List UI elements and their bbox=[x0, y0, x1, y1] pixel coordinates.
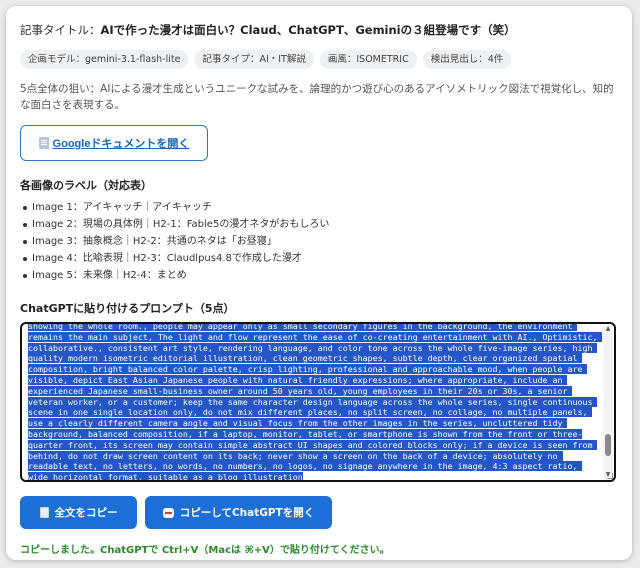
open-google-doc-button[interactable]: Googleドキュメントを開く bbox=[20, 125, 208, 161]
meta-chips: 企画モデル：gemini-3.1-flash-lite 記事タイプ：AI・IT解… bbox=[20, 50, 618, 69]
copy-status-message: コピーしました。ChatGPTで Ctrl+V（Macは ⌘+V）で貼り付けてく… bbox=[20, 545, 390, 556]
resize-handle[interactable] bbox=[607, 473, 613, 479]
prompt-textarea[interactable]: showing the whole room., people may appe… bbox=[20, 322, 616, 482]
article-title-value: AIで作った漫才は面白い？Claud、ChatGPT、Geminiの３組登場です… bbox=[100, 23, 516, 37]
image-label-list: Image 1：アイキャッチ｜アイキャッチ Image 2：現場の具体例｜H2-… bbox=[20, 199, 618, 284]
prompt-selected-text: showing the whole room., people may appe… bbox=[28, 322, 603, 482]
clipboard-icon bbox=[39, 507, 49, 518]
chip-model: 企画モデル：gemini-3.1-flash-lite bbox=[20, 50, 189, 69]
action-buttons: 全文をコピー コピーしてChatGPTを開く bbox=[20, 496, 618, 529]
scroll-up-arrow-icon[interactable]: ▲ bbox=[604, 326, 612, 332]
copy-all-label: 全文をコピー bbox=[54, 507, 118, 519]
copy-and-open-label: コピーしてChatGPTを開く bbox=[179, 507, 315, 519]
series-description: 5点全体の狙い：AIによる漫才生成というユニークな試みを、論理的かつ遊び心のある… bbox=[20, 83, 614, 111]
prompt-scrollbar[interactable]: ▲ ▼ bbox=[603, 326, 613, 478]
document-icon bbox=[38, 137, 49, 149]
list-item: Image 2：現場の具体例｜H2-1：Fable5の漫才ネタがおもしろい bbox=[20, 216, 618, 233]
article-title: 記事タイトル：AIで作った漫才は面白い？Claud、ChatGPT、Gemini… bbox=[20, 22, 618, 38]
copy-all-button[interactable]: 全文をコピー bbox=[20, 496, 137, 529]
chat-icon bbox=[162, 507, 174, 518]
prompt-heading: ChatGPTに貼り付けるプロンプト（5点） bbox=[20, 302, 235, 315]
scroll-thumb[interactable] bbox=[605, 434, 611, 456]
chip-headings-detected: 検出見出し：4件 bbox=[422, 50, 512, 69]
open-google-doc-label: Googleドキュメントを開く bbox=[52, 138, 190, 150]
list-item: Image 1：アイキャッチ｜アイキャッチ bbox=[20, 199, 618, 216]
prompt-card: 記事タイトル：AIで作った漫才は面白い？Claud、ChatGPT、Gemini… bbox=[6, 6, 632, 560]
chip-art-style: 画風：ISOMETRIC bbox=[319, 50, 417, 69]
list-item: Image 3：抽象概念｜H2-2：共通のネタは「お昼寝」 bbox=[20, 233, 618, 250]
chip-article-type: 記事タイプ：AI・IT解説 bbox=[194, 50, 314, 69]
article-title-label: 記事タイトル： bbox=[20, 23, 101, 37]
list-item: Image 5：未来像｜H2-4：まとめ bbox=[20, 267, 618, 284]
prompt-text: showing the whole room., people may appe… bbox=[28, 322, 603, 482]
labels-heading: 各画像のラベル（対応表） bbox=[20, 179, 152, 192]
list-item: Image 4：比喩表現｜H2-3：Claudlpus4.8で作成した漫才 bbox=[20, 250, 618, 267]
copy-and-open-chatgpt-button[interactable]: コピーしてChatGPTを開く bbox=[145, 496, 332, 529]
